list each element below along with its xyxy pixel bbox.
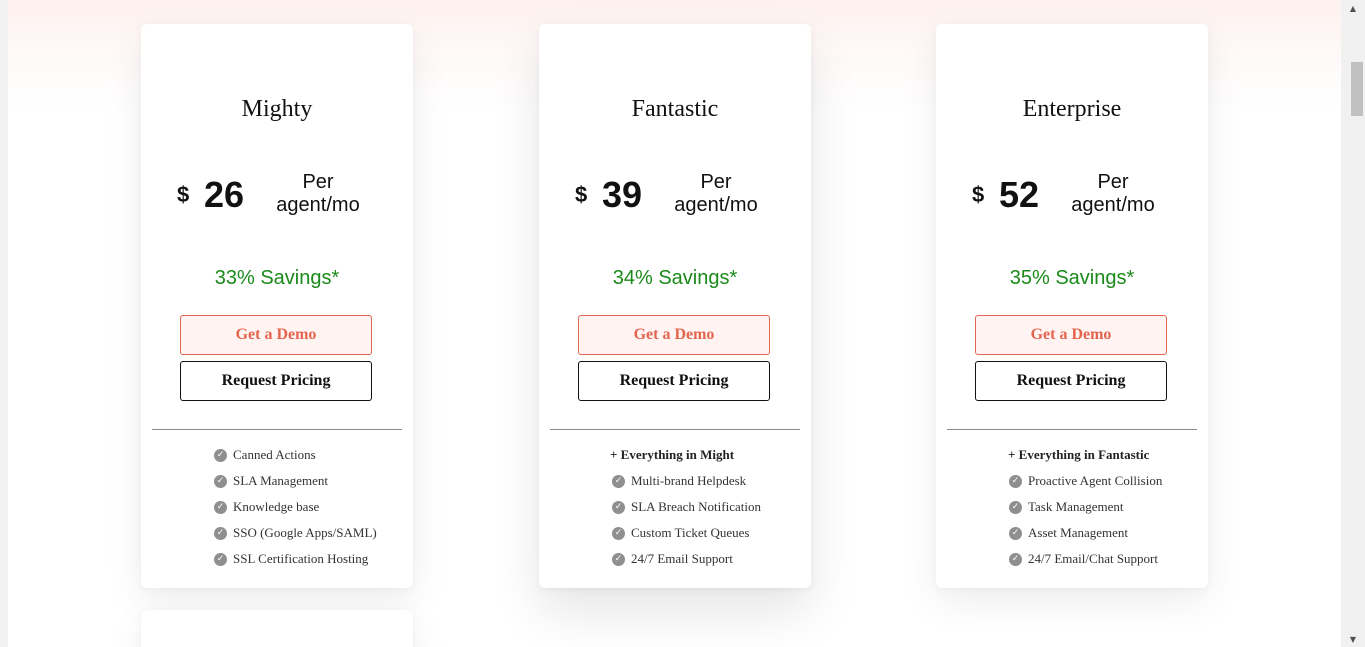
feature-list: + Everything in Might ✓ Multi-brand Helpd…	[539, 442, 811, 572]
arrow-up-icon[interactable]: ▲	[1341, 0, 1365, 16]
request-pricing-button[interactable]: Request Pricing	[975, 361, 1167, 401]
pricing-page: Mighty $ 26 Per agent/mo 33% Savings* Ge…	[0, 0, 1365, 647]
check-circle-icon: ✓	[612, 500, 625, 514]
price-unit: Per agent/mo	[1066, 171, 1160, 217]
price-unit-line1: Per	[700, 171, 732, 193]
feature-label: Canned Actions	[233, 447, 316, 462]
get-demo-button[interactable]: Get a Demo	[975, 315, 1167, 355]
feature-label: Custom Ticket Queues	[631, 525, 750, 540]
check-circle-icon: ✓	[612, 526, 625, 540]
get-demo-button[interactable]: Get a Demo	[578, 315, 770, 355]
feature-heading: + Everything in Fantastic	[1008, 447, 1150, 462]
feature-label: SSO (Google Apps/SAML)	[233, 525, 377, 540]
feature-list: ✓ Canned Actions ✓ SLA Management ✓ Knowled…	[141, 442, 413, 572]
feature-label: SSL Certification Hosting	[233, 551, 369, 566]
feature-item: ✓ Asset Management	[936, 520, 1208, 546]
check-circle-icon: ✓	[214, 500, 227, 514]
feature-label: SLA Breach Notification	[631, 499, 761, 514]
check-circle-icon: ✓	[1009, 500, 1022, 514]
feature-label: Knowledge base	[233, 499, 320, 514]
check-circle-icon: ✓	[1009, 474, 1022, 488]
currency-symbol: $	[575, 182, 588, 207]
feature-label: SLA Management	[233, 473, 328, 488]
feature-item: ✓ Knowledge base	[141, 494, 413, 520]
plan-card-mighty: Mighty $ 26 Per agent/mo 33% Savings* Ge…	[141, 24, 413, 588]
price-unit: Per agent/mo	[271, 171, 365, 217]
feature-label: 24/7 Email/Chat Support	[1028, 551, 1158, 566]
check-circle-icon: ✓	[214, 526, 227, 540]
currency-symbol: $	[177, 182, 190, 207]
plan-price: 26	[204, 174, 245, 215]
check-circle-icon: ✓	[612, 552, 625, 566]
feature-label: 24/7 Email Support	[631, 551, 733, 566]
check-circle-icon: ✓	[1009, 526, 1022, 540]
savings-text: 33% Savings*	[214, 267, 340, 289]
card-divider	[550, 429, 800, 430]
get-demo-button[interactable]: Get a Demo	[180, 315, 372, 355]
vertical-scrollbar[interactable]: ▲ ▼	[1341, 0, 1365, 647]
check-circle-icon: ✓	[612, 474, 625, 488]
check-circle-icon: ✓	[1009, 552, 1022, 566]
feature-item: ✓ Canned Actions	[141, 442, 413, 468]
feature-label: Multi-brand Helpdesk	[631, 473, 747, 488]
price-unit-line2: agent/mo	[674, 194, 758, 216]
price-unit-line1: Per	[1097, 171, 1129, 193]
check-circle-icon: ✓	[214, 448, 227, 462]
feature-item: ✓ SSO (Google Apps/SAML)	[141, 520, 413, 546]
feature-item: ✓ Multi-brand Helpdesk	[539, 468, 811, 494]
feature-item: ✓ Proactive Agent Collision	[936, 468, 1208, 494]
feature-item: ✓ SLA Breach Notification	[539, 494, 811, 520]
feature-label: Asset Management	[1028, 525, 1129, 540]
price-unit-line1: Per	[302, 171, 334, 193]
scrollbar-thumb[interactable]	[1351, 62, 1363, 116]
plan-name: Enterprise	[1022, 96, 1122, 122]
feature-list: + Everything in Fantastic ✓ Proactive Age…	[936, 442, 1208, 572]
request-pricing-button[interactable]: Request Pricing	[180, 361, 372, 401]
feature-label: Task Management	[1028, 499, 1124, 514]
price-unit-line2: agent/mo	[276, 194, 360, 216]
card-divider	[152, 429, 402, 430]
arrow-down-icon[interactable]: ▼	[1341, 631, 1365, 647]
plan-name: Fantastic	[631, 96, 719, 122]
feature-label: Proactive Agent Collision	[1028, 473, 1163, 488]
currency-symbol: $	[972, 182, 985, 207]
plan-card-partial	[141, 610, 413, 647]
plan-price: 39	[602, 174, 643, 215]
plan-card-enterprise: Enterprise $ 52 Per agent/mo 35% Savings…	[936, 24, 1208, 588]
feature-item: ✓ Custom Ticket Queues	[539, 520, 811, 546]
plan-card-fantastic: Fantastic $ 39 Per agent/mo 34% Savings*…	[539, 24, 811, 588]
plan-price: 52	[999, 174, 1040, 215]
card-divider	[947, 429, 1197, 430]
plan-name: Mighty	[241, 96, 313, 122]
feature-item: ✓ SLA Management	[141, 468, 413, 494]
left-page-edge	[0, 0, 8, 647]
request-pricing-button[interactable]: Request Pricing	[578, 361, 770, 401]
feature-heading: + Everything in Might	[610, 447, 735, 462]
price-unit-line2: agent/mo	[1071, 194, 1155, 216]
savings-text: 35% Savings*	[1009, 267, 1135, 289]
check-circle-icon: ✓	[214, 552, 227, 566]
feature-item: ✓ Task Management	[936, 494, 1208, 520]
feature-item: ✓ SSL Certification Hosting	[141, 546, 413, 572]
feature-item: ✓ 24/7 Email Support	[539, 546, 811, 572]
savings-text: 34% Savings*	[612, 267, 738, 289]
feature-item: ✓ 24/7 Email/Chat Support	[936, 546, 1208, 572]
check-circle-icon: ✓	[214, 474, 227, 488]
price-unit: Per agent/mo	[669, 171, 763, 217]
